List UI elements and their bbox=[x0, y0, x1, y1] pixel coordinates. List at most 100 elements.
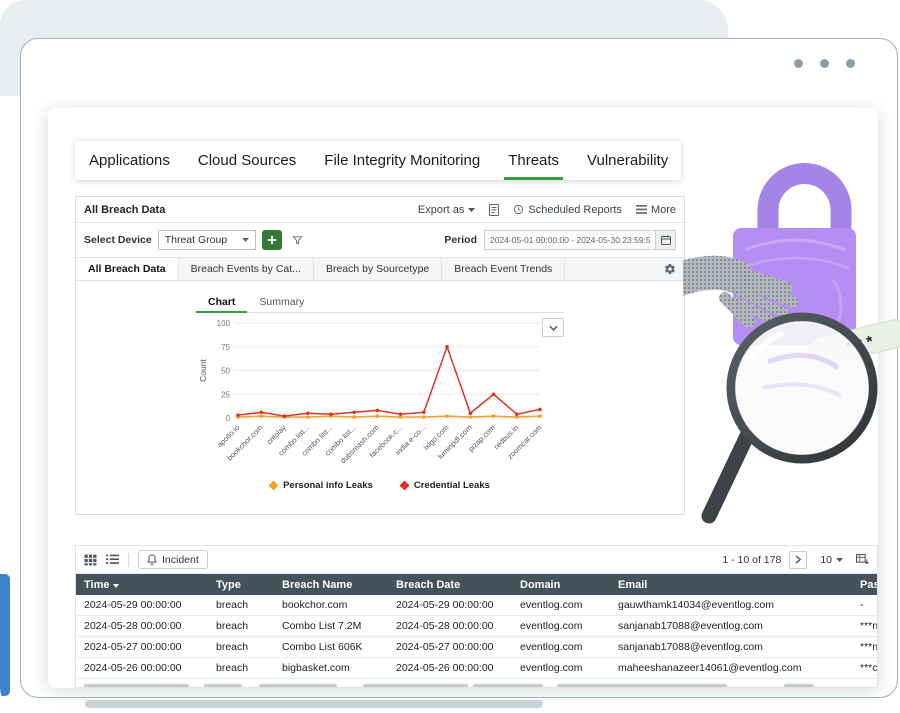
tab-file-integrity-monitoring[interactable]: File Integrity Monitoring bbox=[310, 141, 494, 180]
device-select-value: Threat Group bbox=[164, 234, 228, 246]
table-cell: eventlog.com bbox=[512, 615, 610, 637]
list-view-icon[interactable] bbox=[106, 554, 119, 565]
tab-vulnerability[interactable]: Vulnerability bbox=[573, 141, 682, 180]
next-page-button[interactable] bbox=[789, 550, 808, 569]
tab-applications[interactable]: Applications bbox=[75, 141, 184, 180]
window-dot[interactable] bbox=[846, 59, 855, 68]
table-cell: 2024-05-26 00:00:00 bbox=[76, 657, 208, 679]
tab-label: File Integrity Monitoring bbox=[324, 152, 481, 169]
calendar-button[interactable] bbox=[656, 230, 676, 250]
column-header-breach-date[interactable]: Breach Date bbox=[388, 574, 512, 595]
panel-actions: Export as Scheduled Reports More bbox=[417, 203, 676, 216]
tab-chart[interactable]: Chart bbox=[196, 291, 248, 313]
pagination-controls: 1 - 10 of 178 10 bbox=[722, 550, 869, 569]
table-cell: breach bbox=[208, 657, 274, 679]
window-dot[interactable] bbox=[820, 59, 829, 68]
pagination-text: 1 - 10 of 178 bbox=[722, 553, 782, 566]
breach-chart-svg: 0255075100Countapollo.iobookchor.com crit… bbox=[198, 319, 543, 465]
column-header-password[interactable]: Password bbox=[852, 574, 877, 595]
screenshot-canvas: Applications Cloud Sources File Integrit… bbox=[0, 0, 900, 713]
svg-text:25: 25 bbox=[221, 390, 230, 399]
table-cell: ***nab bbox=[852, 615, 877, 637]
chart-area: Chart Summary 0 25 50 75 100 Count apollo.io bo… bbox=[76, 281, 684, 517]
table-cell: 2024-05-28 00:00:00 bbox=[76, 615, 208, 637]
table-row[interactable]: 2024-05-29 00:00:00 breach bookchor.com 202… bbox=[76, 595, 877, 616]
horizontal-scrollbar[interactable] bbox=[85, 700, 543, 708]
svg-text:100: 100 bbox=[217, 319, 231, 328]
table-cell: sanjanab17088@eventlog.com bbox=[610, 615, 852, 637]
export-as-label: Export as bbox=[417, 203, 465, 216]
window-controls bbox=[794, 59, 855, 68]
tab-label: Cloud Sources bbox=[197, 152, 297, 169]
toolbar-divider bbox=[128, 552, 129, 567]
svg-text:Count: Count bbox=[198, 359, 208, 382]
chart-options-dropdown[interactable] bbox=[542, 318, 564, 337]
breach-panel: All Breach Data Export as Scheduled Repo… bbox=[75, 196, 685, 515]
select-device-label: Select Device bbox=[84, 234, 152, 246]
table-cell: gauwthamk14034@eventlog.com bbox=[610, 595, 852, 616]
clock-icon bbox=[514, 204, 524, 215]
tab-cloud-sources[interactable]: Cloud Sources bbox=[184, 141, 310, 180]
add-device-button[interactable] bbox=[261, 230, 282, 250]
scheduled-reports-button[interactable]: Scheduled Reports bbox=[513, 204, 622, 216]
tab-breach-event-trends[interactable]: Breach Event Trends bbox=[442, 258, 566, 280]
panel-settings-gear-icon[interactable] bbox=[656, 258, 684, 280]
tab-summary[interactable]: Summary bbox=[247, 291, 316, 312]
table-cell: Combo List 7.2M bbox=[274, 615, 388, 637]
column-header-email[interactable]: Email bbox=[610, 574, 852, 595]
table-cell: 2024-05-27 00:00:00 bbox=[388, 636, 512, 658]
report-icon[interactable] bbox=[489, 203, 500, 216]
table-cell: sanjanab17088@eventlog.com bbox=[610, 636, 852, 658]
column-header-type[interactable]: Type bbox=[208, 574, 274, 595]
arrow-right-icon bbox=[795, 555, 802, 564]
table-cell: bookchor.com bbox=[274, 595, 388, 616]
export-as-button[interactable]: Export as bbox=[417, 203, 476, 216]
column-header-time[interactable]: Time bbox=[76, 574, 208, 595]
caret-down-icon bbox=[241, 238, 249, 242]
tab-all-breach-data[interactable]: All Breach Data bbox=[76, 258, 179, 280]
table-cell: bigbasket.com bbox=[274, 657, 388, 679]
table-toolbar: Incident 1 - 10 of 178 10 bbox=[76, 546, 877, 574]
tab-label: Vulnerability bbox=[587, 152, 669, 169]
legend-personal-info-leaks[interactable]: Personal info Leaks bbox=[268, 480, 373, 491]
table-row[interactable]: 2024-05-27 00:00:00 breach Combo List 606K… bbox=[76, 636, 877, 658]
partial-table-row bbox=[76, 679, 877, 687]
window-dot[interactable] bbox=[794, 59, 803, 68]
more-button[interactable]: More bbox=[635, 204, 676, 216]
filter-icon[interactable] bbox=[292, 235, 303, 246]
column-header-domain[interactable]: Domain bbox=[512, 574, 610, 595]
legend-marker-red bbox=[399, 480, 410, 491]
chevron-down-icon bbox=[548, 325, 558, 331]
period-input[interactable] bbox=[484, 230, 656, 250]
scheduled-reports-label: Scheduled Reports bbox=[528, 203, 622, 216]
table-cell: eventlog.com bbox=[512, 595, 610, 616]
table-row[interactable]: 2024-05-26 00:00:00 breach bigbasket.com 20… bbox=[76, 657, 877, 679]
svg-text:0: 0 bbox=[226, 414, 231, 423]
table-cell: 2024-05-29 00:00:00 bbox=[388, 595, 512, 616]
panel-title: All Breach Data bbox=[84, 203, 166, 216]
tab-threats[interactable]: Threats bbox=[494, 141, 573, 180]
chart-widget: Chart Summary 0 25 50 75 100 Count apollo.io bo… bbox=[196, 291, 564, 491]
sort-caret-icon bbox=[112, 583, 119, 588]
caret-down-icon bbox=[836, 557, 843, 562]
table-cell: eventlog.com bbox=[512, 657, 610, 679]
page-size-select[interactable]: 10 bbox=[815, 551, 848, 569]
table-cell: Combo List 606K bbox=[274, 636, 388, 658]
column-header-breach-name[interactable]: Breach Name bbox=[274, 574, 388, 595]
export-table-icon[interactable] bbox=[856, 553, 869, 566]
legend-credential-leaks[interactable]: Credential Leaks bbox=[399, 480, 490, 491]
table-cell: ***c04 bbox=[852, 657, 877, 679]
grid-view-icon[interactable] bbox=[84, 554, 97, 566]
tab-breach-by-sourcetype[interactable]: Breach by Sourcetype bbox=[314, 258, 443, 280]
report-tabs: All Breach Data Breach Events by Cat... … bbox=[76, 257, 684, 281]
device-select[interactable]: Threat Group bbox=[157, 230, 256, 250]
tab-breach-events-by-category[interactable]: Breach Events by Cat... bbox=[179, 258, 314, 280]
menu-icon bbox=[635, 205, 647, 214]
side-accent-bar bbox=[0, 574, 10, 696]
main-nav-tabs: Applications Cloud Sources File Integrit… bbox=[75, 141, 681, 180]
table-row[interactable]: 2024-05-28 00:00:00 breach Combo List 7.2M… bbox=[76, 615, 877, 637]
incident-button[interactable]: Incident bbox=[138, 550, 208, 569]
table-cell: breach bbox=[208, 595, 274, 616]
chart-legend: Personal info Leaks Credential Leaks bbox=[196, 480, 564, 491]
table-cell: - bbox=[852, 595, 877, 616]
